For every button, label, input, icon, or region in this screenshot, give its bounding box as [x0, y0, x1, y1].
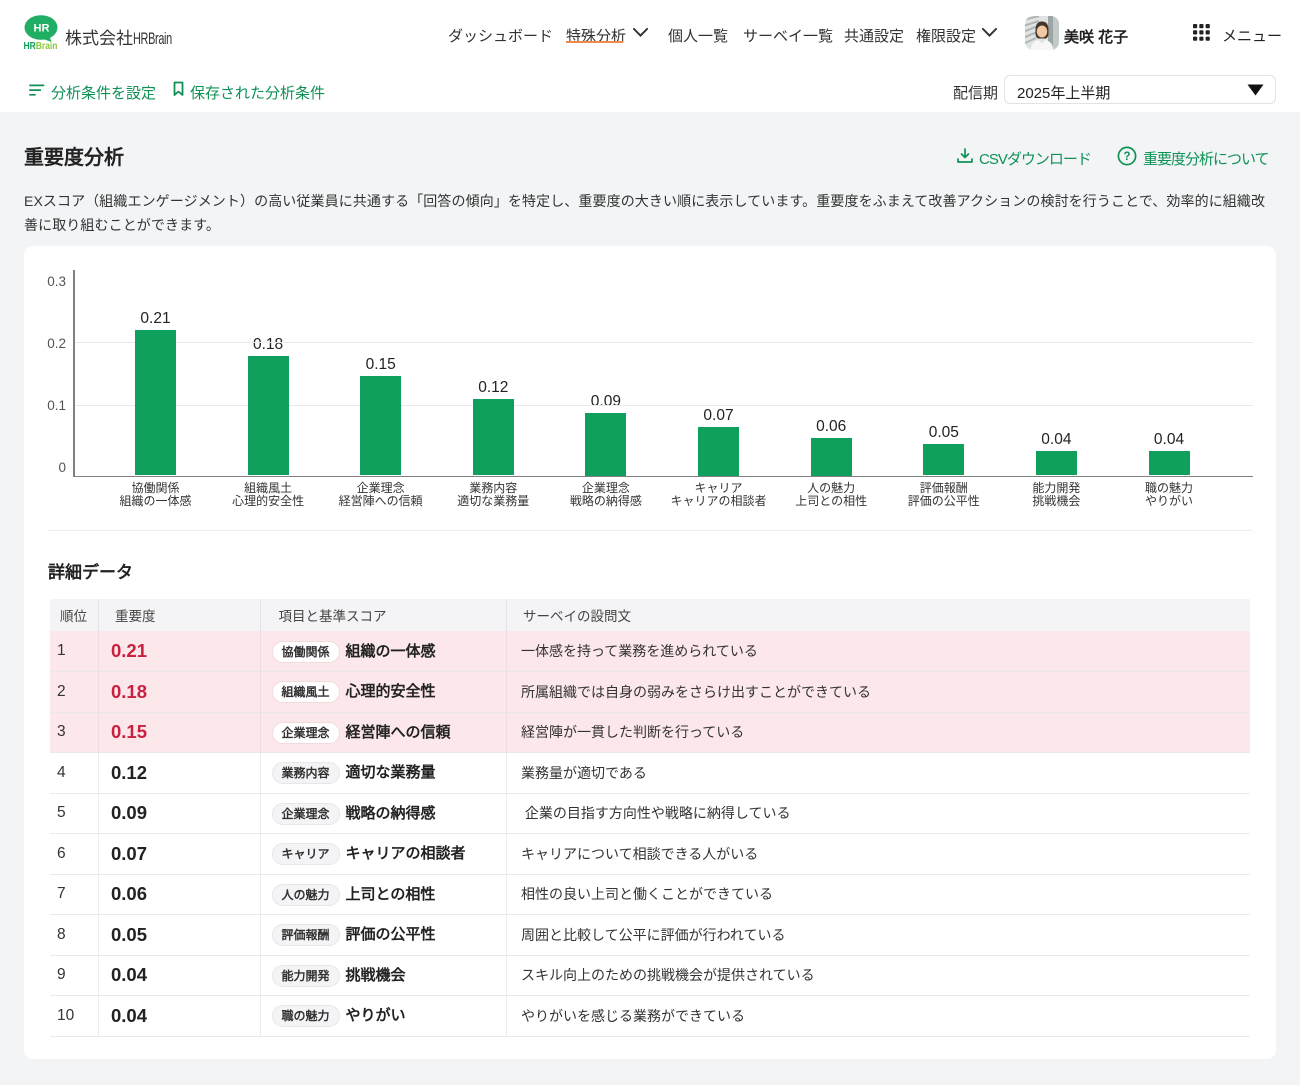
svg-text:HR: HR: [34, 23, 50, 35]
svg-text:HRBrain: HRBrain: [24, 41, 58, 52]
svg-text:?: ?: [1123, 151, 1130, 163]
